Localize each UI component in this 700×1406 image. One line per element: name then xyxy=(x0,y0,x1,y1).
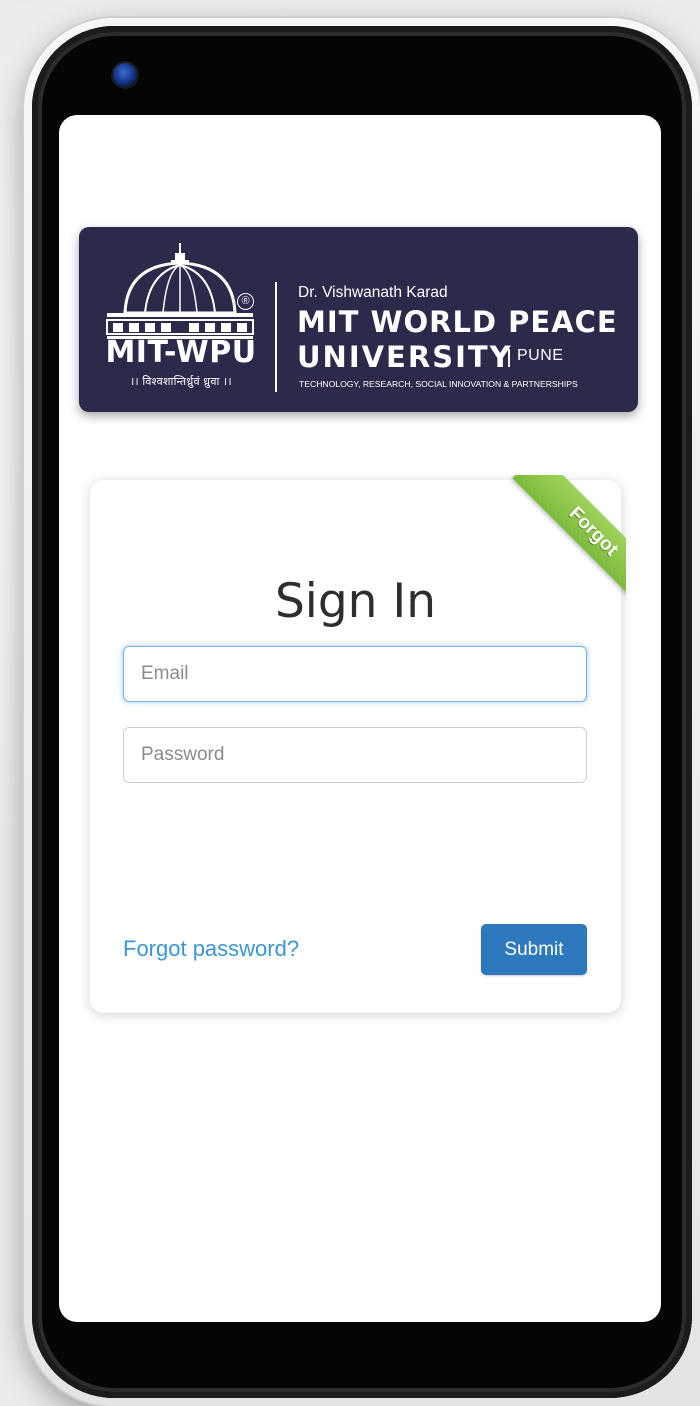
university-banner: ® MIT-WPU ।। विश्वशान्तिर्ध्रुवं ध्रुवा … xyxy=(79,227,638,412)
sign-in-card: Forgot Sign In Forgot password? Submit xyxy=(90,475,626,1013)
email-field[interactable] xyxy=(123,646,587,702)
university-location: PUNE xyxy=(517,347,564,364)
banner-divider xyxy=(275,282,277,392)
logo-abbreviation: MIT-WPU xyxy=(105,335,257,370)
registered-mark: ® xyxy=(237,293,254,310)
page-title: Sign In xyxy=(274,574,437,629)
university-tagline: TECHNOLOGY, RESEARCH, SOCIAL INNOVATION … xyxy=(299,379,578,389)
logo-motto: ।। विश्वशान्तिर्ध्रुवं ध्रुवा ।। xyxy=(130,376,232,388)
founder-line: Dr. Vishwanath Karad xyxy=(298,284,448,301)
dome-logo-icon xyxy=(105,241,255,341)
front-camera-icon xyxy=(113,63,137,87)
app-screen: ® MIT-WPU ।। विश्वशान्तिर्ध्रुवं ध्रुवा … xyxy=(59,115,661,1322)
password-field[interactable] xyxy=(123,727,587,783)
university-name-line2: UNIVERSITY xyxy=(297,340,513,374)
forgot-password-link[interactable]: Forgot password? xyxy=(123,936,299,962)
submit-button[interactable]: Submit xyxy=(481,924,587,975)
location-separator xyxy=(508,349,510,367)
university-name-line1: MIT WORLD PEACE xyxy=(297,305,618,339)
